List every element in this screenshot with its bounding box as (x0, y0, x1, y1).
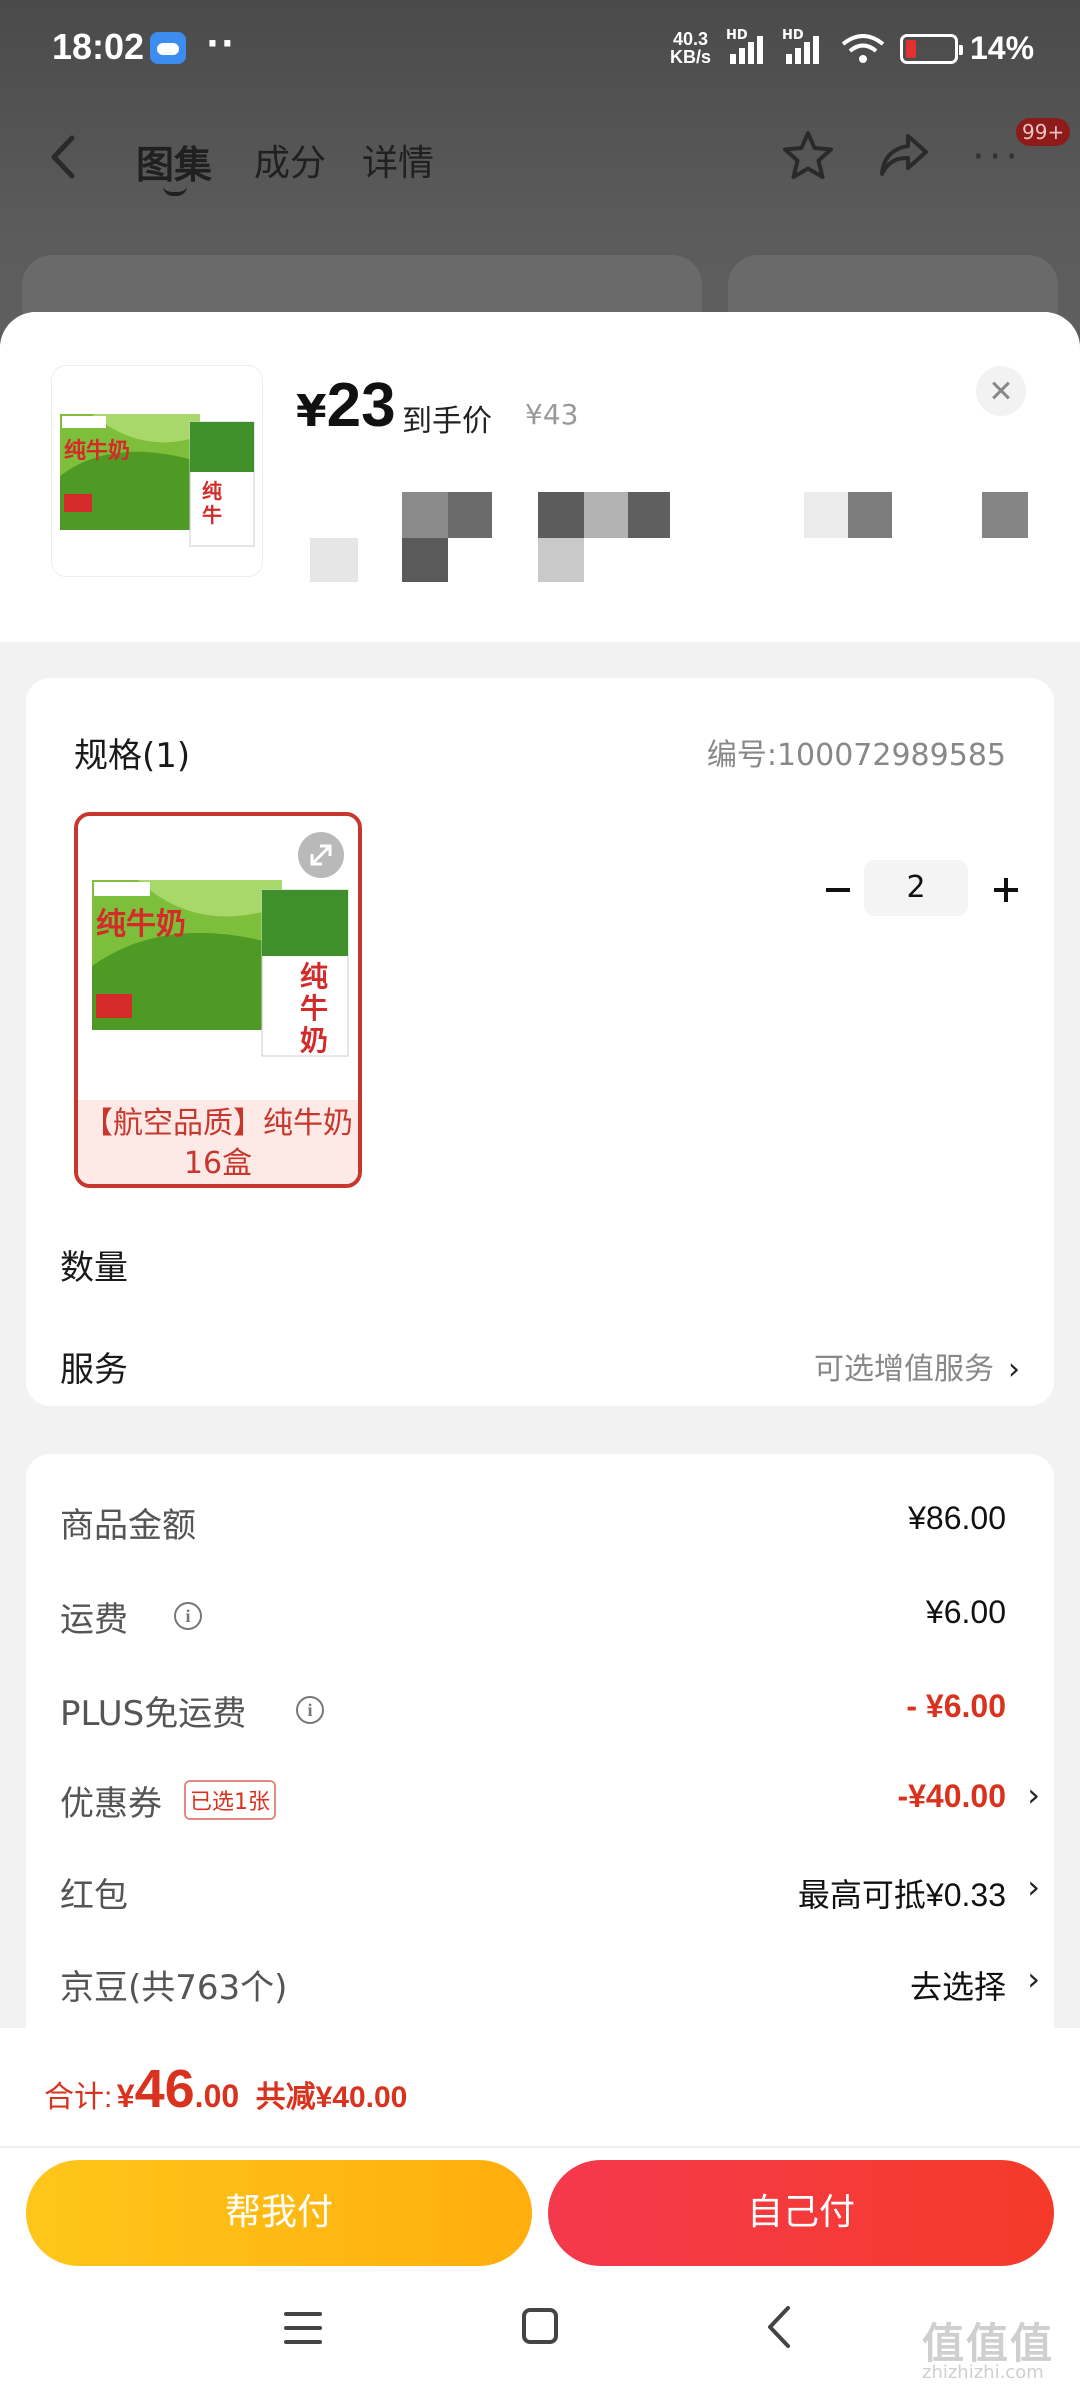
tab-gallery[interactable]: 图集 (136, 134, 212, 189)
chevron-right-icon: › (1027, 1960, 1040, 1998)
chevron-right-icon: › (1027, 1868, 1040, 1906)
help-me-pay-button[interactable]: 帮我付 (26, 2160, 532, 2266)
info-icon[interactable]: i (296, 1696, 324, 1724)
jd-beans-value: 去选择 (909, 1969, 1006, 2005)
pay-myself-button[interactable]: 自己付 (548, 2160, 1054, 2266)
system-back-icon[interactable] (760, 2302, 800, 2352)
info-icon[interactable]: i (174, 1602, 202, 1630)
total-decimal: .00 (194, 2078, 240, 2114)
back-arrow-icon[interactable] (44, 132, 84, 182)
quantity-decrease-button[interactable] (812, 864, 864, 916)
coupon-value: -¥40.00 (897, 1778, 1006, 1814)
notification-dots: ·· (206, 24, 236, 64)
spec-option-label: 【航空品质】纯牛奶16盒 (78, 1100, 358, 1184)
plus-free-shipping-value: - ¥6.00 (906, 1688, 1006, 1724)
total-integer: 46 (134, 2059, 195, 2119)
status-time: 18:02 (52, 26, 145, 67)
quantity-input[interactable]: 2 (864, 860, 968, 916)
svg-text:奶: 奶 (300, 1024, 328, 1057)
svg-text:牛: 牛 (202, 503, 222, 527)
signal-icon (730, 32, 774, 64)
thumbnail-product-name: 纯牛奶 (64, 438, 130, 464)
plus-free-shipping-row: PLUS免运费 i - ¥6.00 (60, 1678, 1020, 1738)
goods-amount-value: ¥86.00 (908, 1500, 1006, 1536)
status-bar: 18:02 ·· 40.3 KB/s HD HD 14% (0, 0, 1080, 100)
shipping-label: 运费 (60, 1600, 128, 1640)
chevron-right-icon: › (1008, 1352, 1020, 1387)
final-price: ¥23 (296, 370, 396, 441)
red-packet-value: 最高可抵¥0.33 (797, 1877, 1006, 1913)
close-button[interactable] (976, 366, 1026, 416)
battery-icon (900, 34, 963, 64)
recent-apps-icon[interactable] (284, 2310, 324, 2346)
share-icon[interactable] (876, 130, 932, 182)
tab-indicator (163, 186, 187, 196)
more-icon[interactable]: ··· (972, 137, 1022, 177)
expand-icon[interactable] (298, 832, 344, 878)
product-thumbnail: 纯牛奶 纯 牛 (52, 366, 262, 576)
coupon-row[interactable]: 优惠券 已选1张 -¥40.00 › (60, 1768, 1040, 1828)
total-saving: 共减¥40.00 (255, 2081, 408, 2114)
top-nav: 图集 成分 详情 ··· 99+ (0, 110, 1080, 200)
spec-card: 规格(1) 编号:100072989585 纯牛奶 纯 牛 奶 【航空品质】纯牛… (26, 678, 1054, 1406)
quantity-increase-button[interactable] (980, 864, 1032, 916)
signal-icon-2 (786, 32, 830, 64)
system-navigation-bar (0, 2272, 1080, 2400)
svg-text:纯: 纯 (202, 479, 222, 503)
total-amount: 合计: ¥46.00 共减¥40.00 (44, 2058, 407, 2120)
net-speed: 40.3 KB/s (670, 30, 711, 66)
watermark-url: zhizhizhi.com (922, 2362, 1044, 2383)
coupon-selected-badge: 已选1张 (184, 1780, 276, 1820)
divider (0, 2146, 1080, 2148)
shipping-row: 运费 i ¥6.00 (60, 1584, 1020, 1644)
total-symbol: ¥ (116, 2078, 135, 2114)
cloud-icon (150, 32, 186, 64)
star-icon[interactable] (780, 128, 836, 184)
service-link-text: 可选增值服务 (814, 1352, 994, 1387)
milk-box-image: 纯牛奶 纯 牛 (52, 366, 262, 576)
jd-beans-label: 京豆(共763个) (60, 1968, 288, 2008)
chevron-right-icon: › (1027, 1776, 1040, 1814)
net-speed-value: 40.3 (672, 29, 709, 49)
red-packet-label: 红包 (60, 1876, 128, 1916)
product-code: 编号:100072989585 (706, 738, 1006, 773)
message-badge: 99+ (1016, 118, 1071, 146)
original-price: ¥43 (525, 398, 579, 431)
svg-text:牛: 牛 (300, 992, 328, 1025)
price-value: 23 (326, 371, 396, 440)
product-header: 纯牛奶 纯 牛 ¥23 到手价 ¥43 (0, 312, 1080, 642)
spec-option-product-name: 纯牛奶 (96, 907, 186, 942)
service-label: 服务 (60, 1350, 128, 1390)
coupon-label: 优惠券 (60, 1784, 162, 1824)
wifi-icon (841, 34, 885, 63)
svg-text:纯: 纯 (300, 960, 328, 993)
price-label: 到手价 (402, 404, 492, 439)
plus-free-shipping-label: PLUS免运费 (60, 1694, 247, 1734)
home-icon[interactable] (522, 2308, 558, 2344)
value-added-service-link[interactable]: 可选增值服务 › (814, 1344, 1020, 1388)
jd-beans-row[interactable]: 京豆(共763个) 去选择 › (60, 1952, 1040, 2012)
tab-ingredients[interactable]: 成分 (254, 134, 326, 186)
battery-percent: 14% (970, 30, 1035, 66)
shipping-value: ¥6.00 (925, 1594, 1006, 1630)
spec-title: 规格(1) (74, 736, 191, 776)
goods-amount-label: 商品金额 (60, 1506, 196, 1546)
red-packet-row[interactable]: 红包 最高可抵¥0.33 › (60, 1860, 1040, 1920)
goods-amount-row: 商品金额 ¥86.00 (60, 1490, 1020, 1550)
total-label: 合计: (44, 2081, 113, 2114)
quantity-label: 数量 (60, 1248, 128, 1288)
price-symbol: ¥ (296, 386, 327, 437)
tab-details[interactable]: 详情 (362, 134, 434, 186)
net-speed-unit: KB/s (670, 47, 712, 67)
spec-option[interactable]: 纯牛奶 纯 牛 奶 【航空品质】纯牛奶16盒 (74, 812, 362, 1188)
